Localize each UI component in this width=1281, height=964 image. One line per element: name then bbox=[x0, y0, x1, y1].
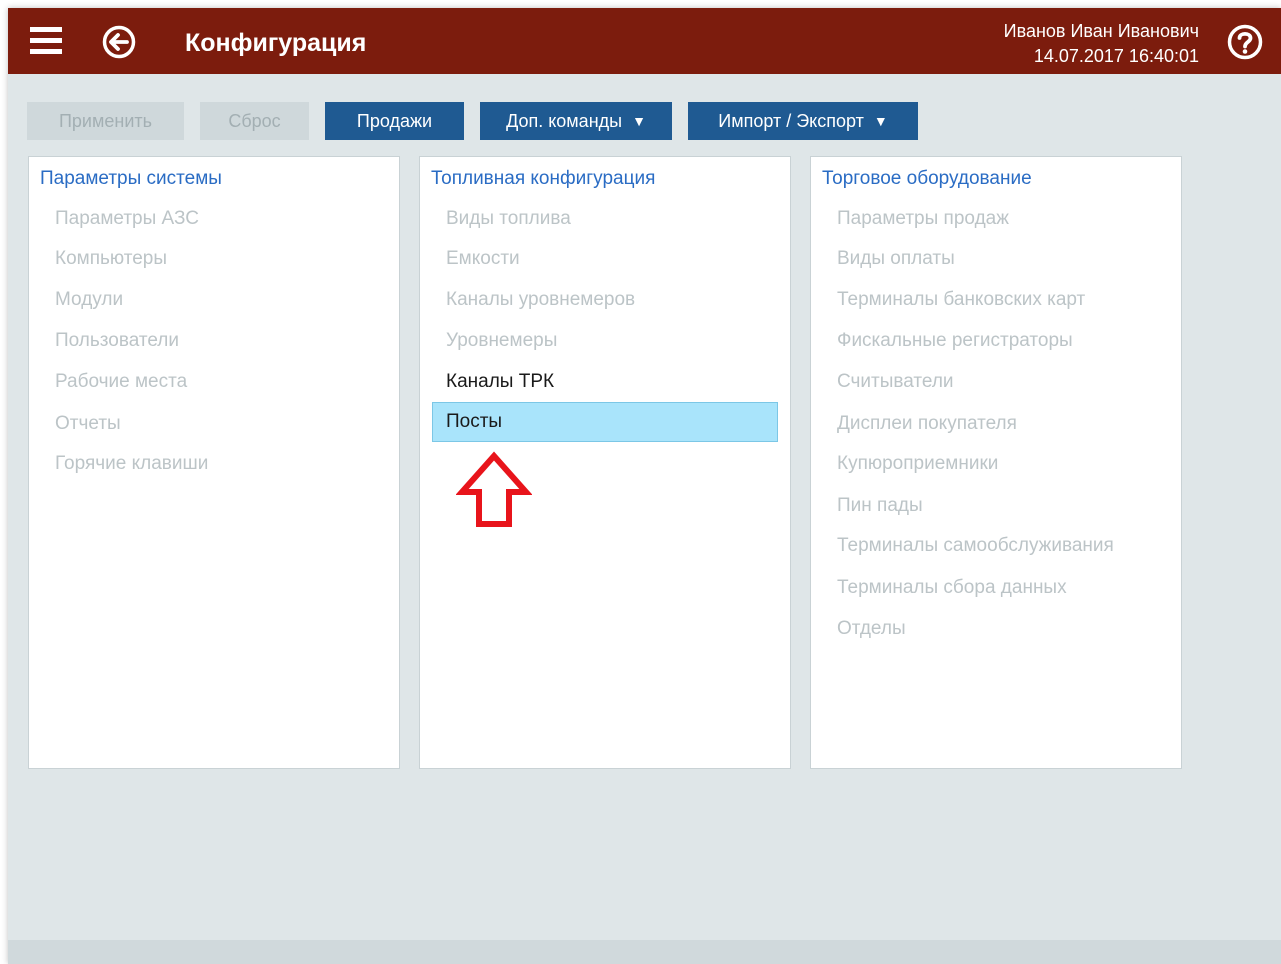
import-export-label: Импорт / Экспорт bbox=[718, 111, 864, 131]
list-item-dispenser-channels[interactable]: Каналы ТРК bbox=[423, 362, 769, 402]
panel-trade-equipment: Торговое оборудование Параметры продаж В… bbox=[810, 156, 1182, 769]
panel-title: Торговое оборудование bbox=[822, 168, 1032, 189]
list-item: Емкости bbox=[446, 248, 520, 269]
hamburger-menu-icon[interactable] bbox=[30, 25, 62, 57]
header-bar: Конфигурация Иванов Иван Иванович 14.07.… bbox=[8, 8, 1281, 74]
list-item: Дисплеи покупателя bbox=[837, 413, 1017, 434]
extra-commands-label: Доп. команды bbox=[506, 111, 623, 131]
list-item: Купюроприемники bbox=[837, 453, 999, 474]
list-item: Горячие клавиши bbox=[55, 453, 209, 474]
list-item: Компьютеры bbox=[55, 248, 167, 269]
list-item: Фискальные регистраторы bbox=[837, 330, 1073, 351]
list-item: Терминалы банковских карт bbox=[837, 289, 1086, 310]
current-datetime: 14.07.2017 16:40:01 bbox=[1033, 46, 1199, 66]
help-question-icon[interactable] bbox=[1227, 24, 1263, 60]
red-up-arrow-icon bbox=[456, 451, 532, 527]
list-item: Уровнемеры bbox=[446, 330, 558, 351]
list-item: Параметры продаж bbox=[837, 208, 1009, 229]
list-item-posts-selected[interactable]: Посты bbox=[432, 402, 778, 442]
list-item: Терминалы самообслуживания bbox=[837, 535, 1114, 556]
user-info: Иванов Иван Иванович 14.07.2017 16:40:01 bbox=[1004, 19, 1199, 69]
reset-button[interactable]: Сброс bbox=[200, 102, 309, 140]
list-item: Считыватели bbox=[837, 371, 954, 392]
list-item: Рабочие места bbox=[55, 371, 188, 392]
app-window: Конфигурация Иванов Иван Иванович 14.07.… bbox=[8, 8, 1281, 964]
list-item: Модули bbox=[55, 289, 124, 310]
sales-button[interactable]: Продажи bbox=[325, 102, 464, 140]
list-item: Терминалы сбора данных bbox=[837, 577, 1067, 598]
panel-title: Топливная конфигурация bbox=[431, 168, 656, 189]
list-item: Виды оплаты bbox=[837, 248, 955, 269]
caret-down-icon: ▼ bbox=[873, 113, 888, 129]
status-bar bbox=[8, 940, 1281, 964]
user-name: Иванов Иван Иванович bbox=[1003, 21, 1199, 41]
list-item: Пользователи bbox=[55, 330, 180, 351]
panel-title: Параметры системы bbox=[40, 168, 222, 189]
list-item: Каналы уровнемеров bbox=[446, 289, 636, 310]
back-arrow-circle-icon[interactable] bbox=[102, 25, 136, 59]
apply-button[interactable]: Применить bbox=[27, 102, 184, 140]
list-item: Отделы bbox=[837, 618, 906, 639]
list-item: Параметры АЗС bbox=[55, 208, 200, 229]
list-item: Виды топлива bbox=[446, 208, 571, 229]
caret-down-icon: ▼ bbox=[632, 113, 646, 129]
list-item: Пин пады bbox=[837, 495, 923, 516]
panel-system-parameters: Параметры системы Параметры АЗС Компьюте… bbox=[28, 156, 400, 769]
import-export-button[interactable]: Импорт / Экспорт ▼ bbox=[688, 102, 918, 140]
list-item: Отчеты bbox=[55, 413, 121, 434]
extra-commands-button[interactable]: Доп. команды ▼ bbox=[480, 102, 672, 140]
page-title: Конфигурация bbox=[185, 29, 367, 57]
